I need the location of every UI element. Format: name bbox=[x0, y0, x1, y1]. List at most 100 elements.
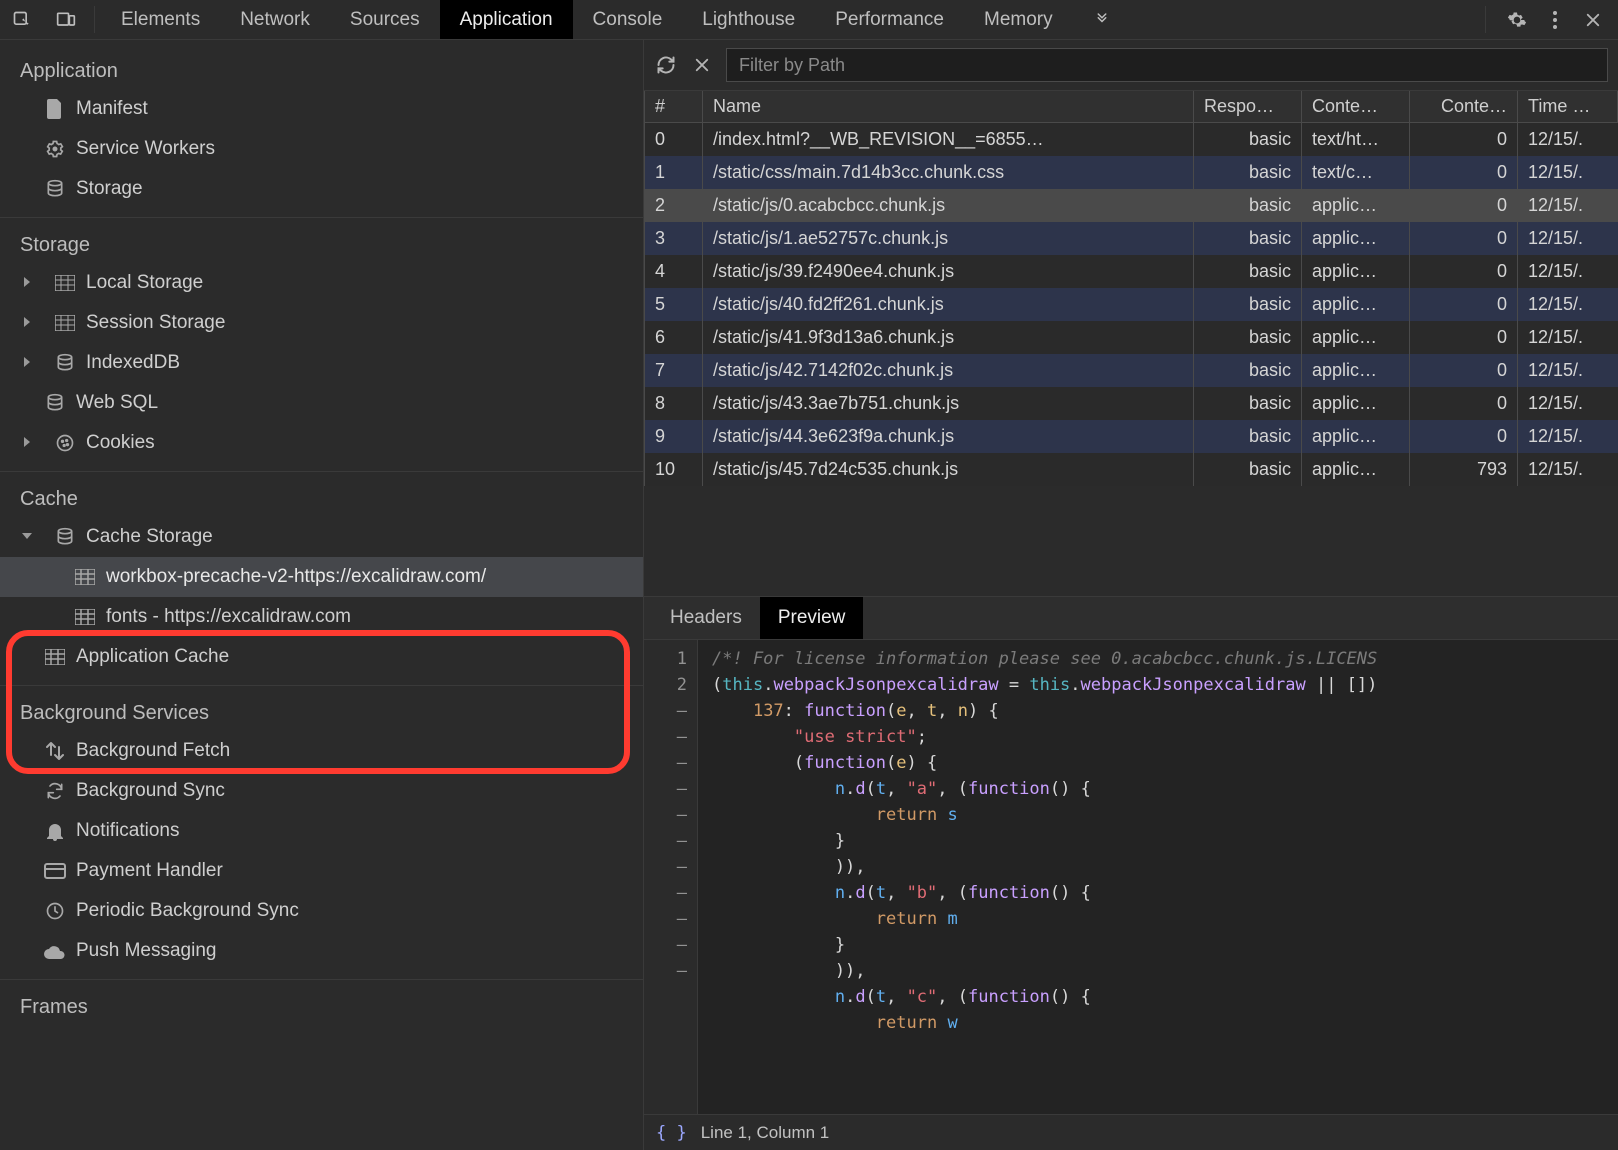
table-row[interactable]: 1/static/css/main.7d14b3cc.chunk.cssbasi… bbox=[645, 156, 1618, 189]
sidebar-item-label: Manifest bbox=[76, 98, 148, 120]
kebab-menu-icon[interactable] bbox=[1544, 9, 1566, 31]
pretty-print-icon[interactable]: { } bbox=[656, 1123, 687, 1143]
sidebar-item-payment-handler[interactable]: Payment Handler bbox=[0, 851, 643, 891]
tab-headers[interactable]: Headers bbox=[652, 597, 760, 639]
tab-network[interactable]: Network bbox=[220, 0, 330, 39]
sidebar-item-cookies[interactable]: Cookies bbox=[0, 423, 643, 463]
filter-input[interactable] bbox=[726, 48, 1608, 82]
table-icon bbox=[74, 606, 96, 628]
inspect-icon[interactable] bbox=[0, 0, 44, 39]
table-header-row[interactable]: # Name Respo… Conte… Conte… Time … bbox=[645, 91, 1618, 123]
devtools-topbar: Elements Network Sources Application Con… bbox=[0, 0, 1618, 40]
sidebar-item-label: Web SQL bbox=[76, 392, 158, 414]
table-row[interactable]: 7/static/js/42.7142f02c.chunk.jsbasicapp… bbox=[645, 354, 1618, 387]
section-application: Application bbox=[0, 46, 643, 89]
card-icon bbox=[44, 860, 66, 882]
cache-toolbar bbox=[644, 40, 1618, 91]
table-row[interactable]: 9/static/js/44.3e623f9a.chunk.jsbasicapp… bbox=[645, 420, 1618, 453]
cloud-icon bbox=[44, 940, 66, 962]
table-row[interactable]: 6/static/js/41.9f3d13a6.chunk.jsbasicapp… bbox=[645, 321, 1618, 354]
sidebar-item-push-messaging[interactable]: Push Messaging bbox=[0, 931, 643, 971]
table-row[interactable]: 0/index.html?__WB_REVISION__=6855…basict… bbox=[645, 123, 1618, 157]
gear-icon bbox=[44, 138, 66, 160]
sidebar-item-periodic-sync[interactable]: Periodic Background Sync bbox=[0, 891, 643, 931]
sidebar-item-label: Background Fetch bbox=[76, 740, 230, 762]
file-icon bbox=[44, 98, 66, 120]
tab-application[interactable]: Application bbox=[440, 0, 573, 39]
clock-icon bbox=[44, 900, 66, 922]
table-row[interactable]: 10/static/js/45.7d24c535.chunk.jsbasicap… bbox=[645, 453, 1618, 486]
section-storage: Storage bbox=[0, 220, 643, 263]
close-icon[interactable] bbox=[1582, 9, 1604, 31]
sidebar-item-notifications[interactable]: Notifications bbox=[0, 811, 643, 851]
refresh-icon[interactable] bbox=[654, 53, 678, 77]
database-icon bbox=[54, 526, 76, 548]
sidebar-item-background-sync[interactable]: Background Sync bbox=[0, 771, 643, 811]
table-row[interactable]: 4/static/js/39.f2490ee4.chunk.jsbasicapp… bbox=[645, 255, 1618, 288]
device-toggle-icon[interactable] bbox=[44, 0, 88, 39]
sidebar-item-application-cache[interactable]: Application Cache bbox=[0, 637, 643, 677]
table-row[interactable]: 3/static/js/1.ae52757c.chunk.jsbasicappl… bbox=[645, 222, 1618, 255]
cursor-position: Line 1, Column 1 bbox=[701, 1123, 830, 1143]
code-gutter: 12––––––––––– bbox=[644, 640, 698, 1114]
sync-icon bbox=[44, 780, 66, 802]
section-background-services: Background Services bbox=[0, 688, 643, 731]
application-sidebar[interactable]: Application Manifest Service Workers Sto… bbox=[0, 40, 644, 1150]
sidebar-item-manifest[interactable]: Manifest bbox=[0, 89, 643, 129]
table-row[interactable]: 8/static/js/43.3ae7b751.chunk.jsbasicapp… bbox=[645, 387, 1618, 420]
section-frames: Frames bbox=[0, 982, 643, 1025]
table-icon bbox=[74, 566, 96, 588]
col-index[interactable]: # bbox=[645, 91, 703, 123]
code-status-bar: { } Line 1, Column 1 bbox=[644, 1114, 1618, 1150]
tab-overflow[interactable] bbox=[1073, 0, 1131, 39]
sidebar-item-storage[interactable]: Storage bbox=[0, 169, 643, 209]
database-icon bbox=[54, 352, 76, 374]
tab-performance[interactable]: Performance bbox=[815, 0, 964, 39]
cache-entry-workbox[interactable]: workbox-precache-v2-https://excalidraw.c… bbox=[0, 557, 643, 597]
col-name[interactable]: Name bbox=[703, 91, 1194, 123]
sidebar-item-local-storage[interactable]: Local Storage bbox=[0, 263, 643, 303]
sidebar-item-label: IndexedDB bbox=[86, 352, 180, 374]
table-icon bbox=[54, 272, 76, 294]
table-row[interactable]: 2/static/js/0.acabcbcc.chunk.jsbasicappl… bbox=[645, 189, 1618, 222]
col-content-length[interactable]: Conte… bbox=[1410, 91, 1518, 123]
sidebar-item-label: Service Workers bbox=[76, 138, 215, 160]
tab-sources[interactable]: Sources bbox=[330, 0, 440, 39]
table-icon bbox=[44, 646, 66, 668]
sidebar-item-label: Cookies bbox=[86, 432, 155, 454]
code-content[interactable]: /*! For license information please see 0… bbox=[698, 640, 1377, 1114]
sidebar-item-cache-storage[interactable]: Cache Storage bbox=[0, 517, 643, 557]
sidebar-item-label: Cache Storage bbox=[86, 526, 213, 548]
sidebar-item-session-storage[interactable]: Session Storage bbox=[0, 303, 643, 343]
sidebar-item-label: Payment Handler bbox=[76, 860, 223, 882]
sidebar-item-label: Background Sync bbox=[76, 780, 225, 802]
sidebar-item-label: Storage bbox=[76, 178, 143, 200]
sidebar-item-label: fonts - https://excalidraw.com bbox=[106, 606, 351, 628]
tab-elements[interactable]: Elements bbox=[101, 0, 220, 39]
sidebar-item-background-fetch[interactable]: Background Fetch bbox=[0, 731, 643, 771]
sidebar-item-indexeddb[interactable]: IndexedDB bbox=[0, 343, 643, 383]
tab-preview[interactable]: Preview bbox=[760, 597, 864, 639]
sidebar-item-service-workers[interactable]: Service Workers bbox=[0, 129, 643, 169]
tab-console[interactable]: Console bbox=[573, 0, 683, 39]
source-code-view[interactable]: 12––––––––––– /*! For license informatio… bbox=[644, 640, 1618, 1114]
col-response[interactable]: Respo… bbox=[1194, 91, 1302, 123]
delete-icon[interactable] bbox=[690, 53, 714, 77]
section-cache: Cache bbox=[0, 474, 643, 517]
gear-icon[interactable] bbox=[1506, 9, 1528, 31]
cache-entry-fonts[interactable]: fonts - https://excalidraw.com bbox=[0, 597, 643, 637]
tab-lighthouse[interactable]: Lighthouse bbox=[682, 0, 815, 39]
chevron-right-icon bbox=[22, 357, 34, 369]
tab-memory[interactable]: Memory bbox=[964, 0, 1073, 39]
sidebar-item-label: Local Storage bbox=[86, 272, 203, 294]
sidebar-item-label: Periodic Background Sync bbox=[76, 900, 299, 922]
transfer-icon bbox=[44, 740, 66, 762]
col-content-type[interactable]: Conte… bbox=[1302, 91, 1410, 123]
sidebar-item-websql[interactable]: Web SQL bbox=[0, 383, 643, 423]
col-time[interactable]: Time … bbox=[1518, 91, 1618, 123]
sidebar-item-label: workbox-precache-v2-https://excalidraw.c… bbox=[106, 566, 486, 588]
sidebar-item-label: Push Messaging bbox=[76, 940, 216, 962]
database-icon bbox=[44, 178, 66, 200]
cookie-icon bbox=[54, 432, 76, 454]
table-row[interactable]: 5/static/js/40.fd2ff261.chunk.jsbasicapp… bbox=[645, 288, 1618, 321]
